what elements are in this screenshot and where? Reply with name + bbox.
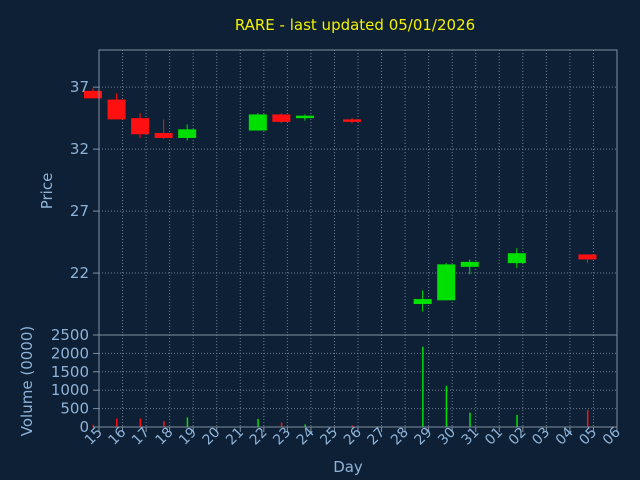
day-tick-label: 23	[270, 425, 294, 449]
price-tick-label: 22	[70, 264, 89, 282]
volume-tick-label: 2500	[51, 326, 89, 344]
day-tick-label: 02	[506, 425, 530, 449]
candle-body	[131, 118, 150, 135]
volume-tick-label: 1000	[51, 381, 89, 399]
price-axis: 22 27 32 37	[70, 78, 99, 282]
volume-axis: 05001000150020002500	[51, 326, 99, 436]
day-tick-label: 17	[129, 425, 153, 449]
day-tick-label: 29	[412, 425, 436, 449]
candle-body	[460, 261, 479, 267]
price-tick-label: 32	[70, 140, 89, 158]
volume-bars	[92, 346, 589, 427]
day-tick-label: 01	[482, 425, 506, 449]
stock-chart: RARE - last updated 05/01/2026 22273237 …	[18, 16, 624, 476]
candle-body	[178, 129, 197, 138]
day-axis: 15 16 17 18 19 20 21 22 23 24 25 26 27 28 29 30 31 01 02 03…	[82, 424, 624, 448]
volume-bar	[422, 346, 424, 427]
day-tick-label: 26	[341, 424, 365, 448]
candle-body	[343, 119, 361, 122]
candlesticks	[84, 88, 597, 312]
candle-body	[437, 264, 456, 301]
day-tick-label: 06	[600, 424, 624, 448]
volume-bar	[445, 385, 448, 427]
day-tick-label: 16	[105, 424, 129, 448]
candle-body	[154, 133, 173, 138]
volume-grid	[99, 335, 617, 427]
day-axis-label: Day	[333, 458, 363, 476]
volume-tick-label: 2000	[51, 344, 89, 362]
candle-body	[107, 99, 126, 120]
day-tick-label: 20	[200, 425, 224, 449]
candle-body	[413, 299, 432, 305]
price-tick-label: 27	[70, 202, 89, 220]
chart-title: RARE - last updated 05/01/2026	[235, 16, 475, 34]
day-tick-label: 28	[388, 425, 412, 449]
day-tick-label: 04	[553, 424, 577, 448]
day-tick-label: 31	[459, 425, 483, 449]
day-tick-label: 30	[435, 425, 459, 449]
day-tick-label: 25	[317, 425, 341, 449]
plot-frames	[98, 49, 618, 428]
candle-body	[295, 115, 314, 119]
day-tick-label: 03	[529, 425, 553, 449]
volume-tick-label: 1500	[51, 363, 89, 381]
volume-tick-label: 500	[60, 400, 89, 418]
day-tick-label: 24	[294, 424, 318, 448]
candle-body	[248, 114, 267, 131]
day-tick-label: 22	[247, 425, 271, 449]
price-tick-label: 37	[70, 78, 89, 96]
candle-body	[578, 254, 597, 260]
day-tick-label: 19	[176, 425, 200, 449]
day-tick-label: 18	[153, 425, 177, 449]
day-tick-label: 21	[223, 425, 247, 449]
candle-body	[272, 114, 291, 122]
day-tick-label: 27	[364, 425, 388, 449]
volume-axis-label: Volume (0000)	[18, 326, 36, 436]
price-axis-label: Price	[38, 173, 56, 210]
day-tick-label: 05	[576, 425, 600, 449]
candle-body	[507, 253, 526, 264]
price-grid	[99, 50, 617, 335]
